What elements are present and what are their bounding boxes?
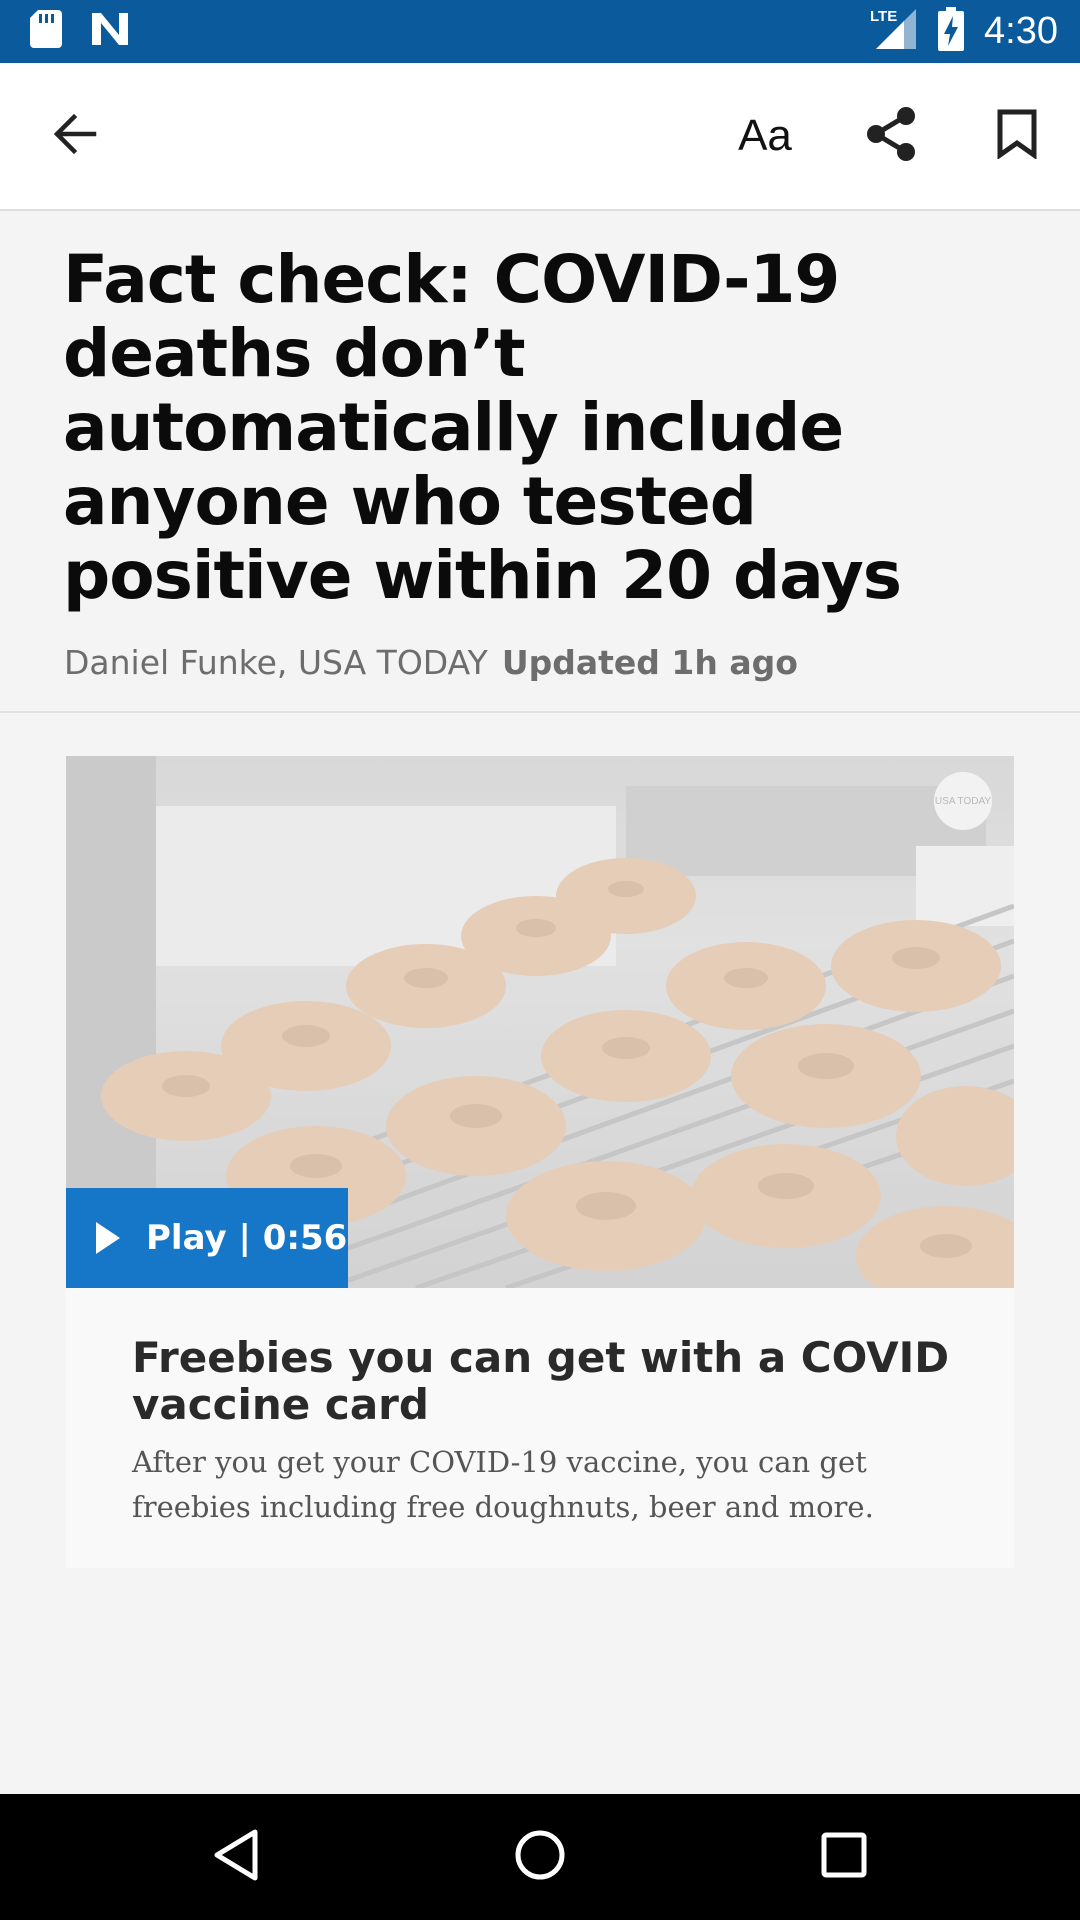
navigation-bar [0,1794,1080,1920]
sd-card-icon [30,10,62,52]
signal-icon: LTE [870,7,918,55]
share-icon [864,105,918,167]
text-size-button[interactable]: Aa [727,98,803,174]
usa-today-logo: USA TODAY [934,772,992,830]
status-left-icons [30,10,130,52]
video-card[interactable]: USA TODAY Play | 0:56 Freebies you can g… [66,756,1014,1568]
byline: Daniel Funke, USA TODAY Updated 1h ago [64,641,798,685]
network-label: LTE [870,8,897,25]
status-right-icons: LTE 4:30 [870,7,1058,55]
nav-back-icon [211,1828,261,1886]
bookmark-button[interactable] [979,98,1055,174]
nav-home-button[interactable] [505,1822,575,1892]
bookmark-icon [996,109,1038,163]
back-button[interactable] [36,98,112,174]
author: Daniel Funke, USA TODAY [64,643,488,682]
battery-charging-icon [938,7,965,55]
video-thumbnail[interactable]: USA TODAY Play | 0:56 [66,756,1014,1288]
play-label: Play | 0:56 [146,1218,348,1258]
nav-recents-button[interactable] [809,1822,879,1892]
article-headline: Fact check: COVID-19 deaths don’t automa… [63,241,902,614]
play-button[interactable]: Play | 0:56 [66,1188,348,1288]
article-header: Fact check: COVID-19 deaths don’t automa… [0,211,1080,713]
status-bar: LTE 4:30 [0,0,1080,63]
nav-home-icon [513,1828,567,1886]
video-description: After you get your COVID-19 vaccine, you… [132,1445,874,1524]
play-icon [96,1222,120,1254]
app-bar: Aa [0,63,1080,211]
updated-time: Updated 1h ago [501,643,798,682]
back-arrow-icon [50,110,98,162]
nav-back-button[interactable] [201,1822,271,1892]
share-button[interactable] [853,98,929,174]
status-time: 4:30 [984,10,1058,52]
video-title[interactable]: Freebies you can get with a COVID vaccin… [132,1334,962,1428]
n-logo-icon [90,11,130,51]
nav-recents-icon [819,1830,869,1884]
